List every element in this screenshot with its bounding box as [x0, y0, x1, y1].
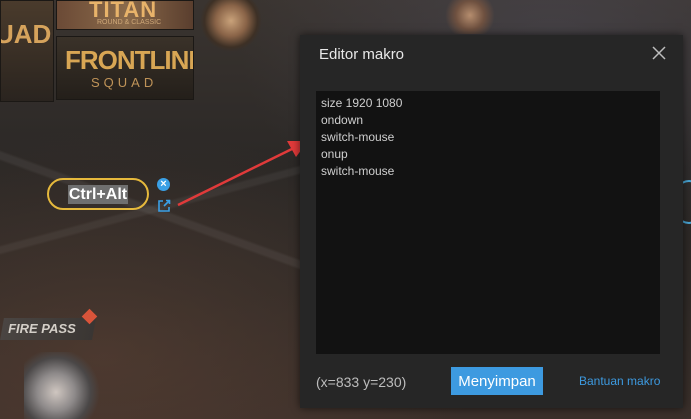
close-icon[interactable]	[650, 44, 668, 62]
tile-text: UAD	[0, 19, 52, 49]
fire-pass-banner: FIRE PASS	[0, 318, 96, 340]
macro-key-button[interactable]: Ctrl+Alt	[47, 178, 149, 210]
game-tile-squad: UAD	[0, 0, 54, 102]
tile-text: FRONTLINE	[65, 45, 194, 75]
game-tile-titan: TITAN ROUND & CLASSIC	[56, 0, 194, 30]
close-circle-icon[interactable]: ×	[157, 178, 170, 191]
dialog-title: Editor makro	[319, 46, 405, 63]
macro-editor-dialog: Editor makro size 1920 1080 ondown switc…	[300, 35, 683, 408]
fire-pass-label: FIRE PASS	[8, 321, 76, 336]
macro-help-link[interactable]: Bantuan makro	[579, 374, 660, 388]
game-tile-frontline: FRONTLINE SQUAD	[56, 36, 194, 100]
tile-subtext: ROUND & CLASSIC	[97, 19, 162, 26]
background-decoration	[0, 120, 300, 300]
edit-external-icon[interactable]	[157, 199, 171, 213]
character-portrait	[200, 0, 262, 52]
character-portrait	[440, 0, 500, 34]
macro-key-label: Ctrl+Alt	[67, 184, 129, 204]
tile-subtext: SQUAD	[91, 75, 158, 90]
save-button[interactable]: Menyimpan	[451, 367, 543, 395]
macro-script-editor[interactable]: size 1920 1080 ondown switch-mouse onup …	[316, 91, 660, 354]
mascot-image	[24, 352, 104, 419]
cursor-coordinates: (x=833 y=230)	[316, 374, 407, 390]
